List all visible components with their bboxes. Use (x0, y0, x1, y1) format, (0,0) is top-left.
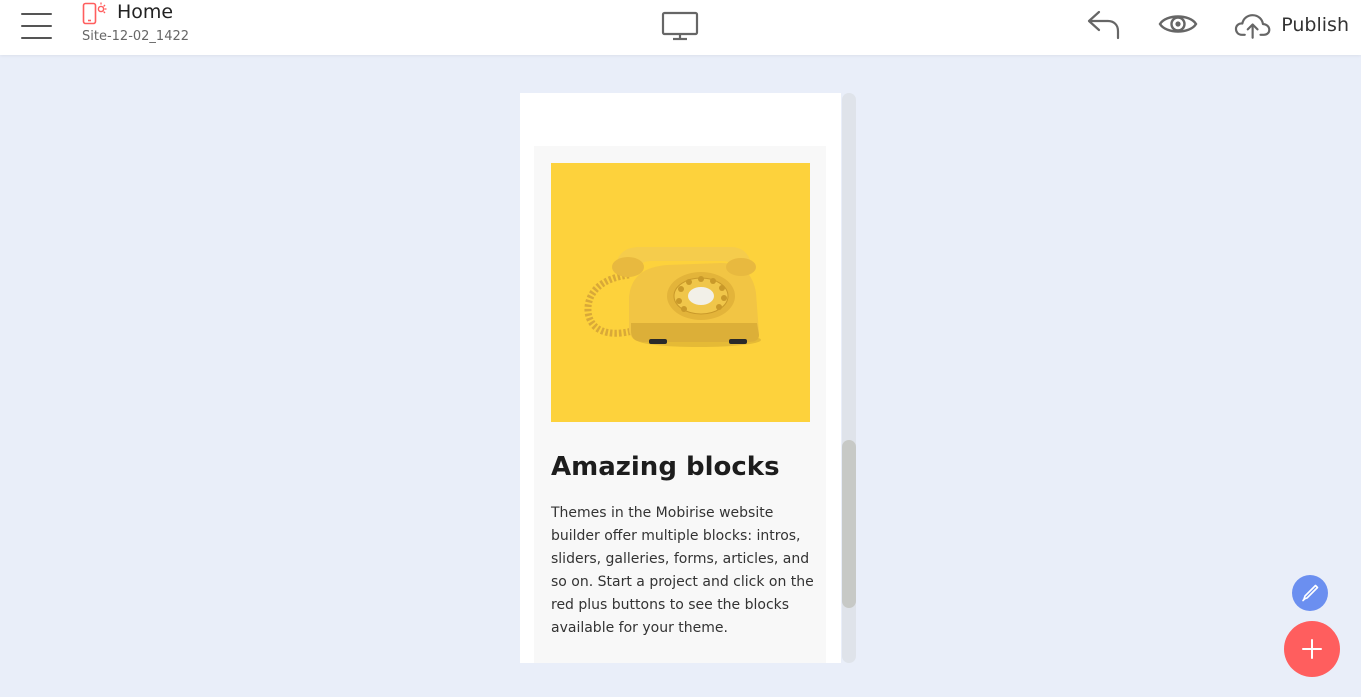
edit-style-button[interactable] (1292, 575, 1328, 611)
hamburger-menu-icon[interactable] (20, 12, 54, 40)
plus-icon (1302, 639, 1322, 659)
menu-line (21, 37, 52, 39)
feature-card[interactable]: Amazing blocks Themes in the Mobirise we… (534, 146, 826, 663)
publish-button[interactable]: Publish (1234, 8, 1349, 42)
top-bar: Home Site-12-02_1422 Publish (0, 0, 1361, 55)
card-title: Amazing blocks (551, 452, 780, 482)
mobile-preview-frame: Amazing blocks Themes in the Mobirise we… (520, 93, 841, 663)
site-name: Site-12-02_1422 (82, 29, 190, 44)
undo-arrow-icon[interactable] (1086, 9, 1122, 41)
mobile-site-icon (82, 2, 107, 25)
cloud-upload-icon (1234, 14, 1271, 39)
desktop-monitor-icon[interactable] (661, 11, 699, 41)
add-block-button[interactable] (1284, 621, 1340, 677)
preview-scrollbar[interactable] (842, 93, 856, 663)
menu-line (21, 13, 52, 15)
pen-icon (1302, 584, 1319, 602)
menu-line (21, 25, 52, 27)
publish-label: Publish (1281, 14, 1349, 36)
page-title[interactable]: Home (117, 1, 173, 23)
eye-icon[interactable] (1158, 11, 1198, 37)
card-text: Themes in the Mobirise website builder o… (551, 505, 814, 636)
telephone-image (551, 163, 810, 422)
scrollbar-thumb[interactable] (842, 440, 856, 608)
